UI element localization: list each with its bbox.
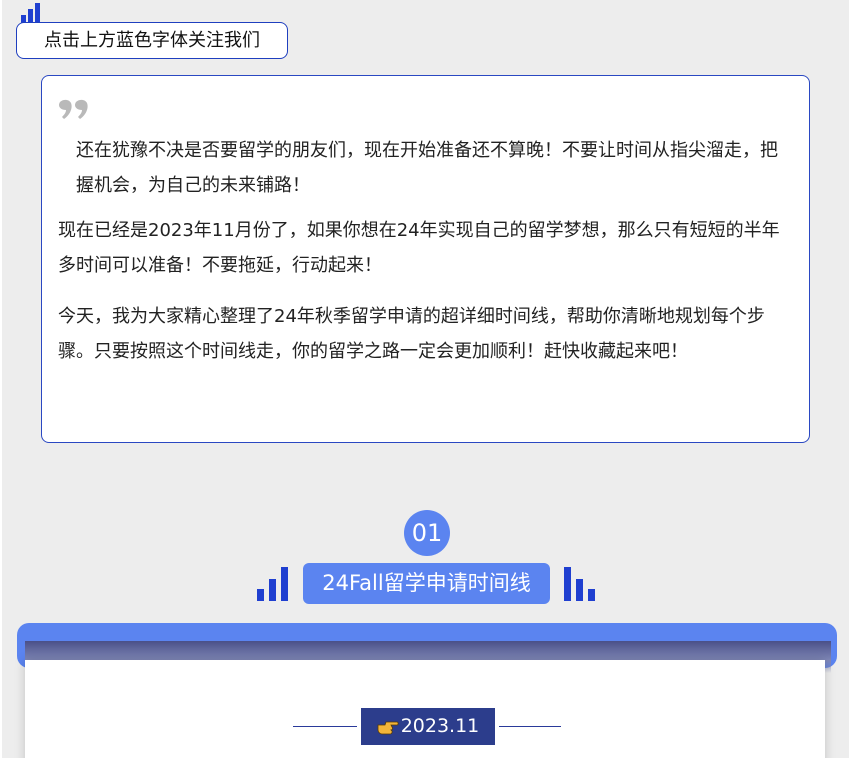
intro-card: 还在犹豫不决是否要留学的朋友们，现在开始准备还不算晚！不要让时间从指尖溜走，把握… <box>41 75 810 443</box>
bar-chart-icon <box>564 567 595 601</box>
follow-prompt[interactable]: 点击上方蓝色字体关注我们 <box>16 22 288 59</box>
intro-paragraph: 还在犹豫不决是否要留学的朋友们，现在开始准备还不算晚！不要让时间从指尖溜走，把握… <box>76 140 778 196</box>
quote-icon <box>59 99 88 119</box>
intro-paragraph: 现在已经是2023年11月份了，如果你想在24年实现自己的留学梦想，那么只有短短… <box>58 220 780 276</box>
timeline-date-label: 2023.11 <box>400 715 480 737</box>
timeline-date-badge: 2023.11 <box>361 708 495 745</box>
article-page: 点击上方蓝色字体关注我们 还在犹豫不决是否要留学的朋友们，现在开始准备还不算晚！… <box>2 0 849 758</box>
intro-paragraph: 今天，我为大家精心整理了24年秋季留学申请的超详细时间线，帮助你清晰地规划每个步… <box>58 306 765 362</box>
section-number-badge: 01 <box>404 510 450 556</box>
divider-line <box>293 726 357 727</box>
bar-chart-icon <box>257 567 288 601</box>
pointing-hand-icon <box>377 721 399 735</box>
divider-line <box>499 726 561 727</box>
section-title: 24Fall留学申请时间线 <box>303 563 550 604</box>
bar-chart-icon <box>21 3 40 23</box>
